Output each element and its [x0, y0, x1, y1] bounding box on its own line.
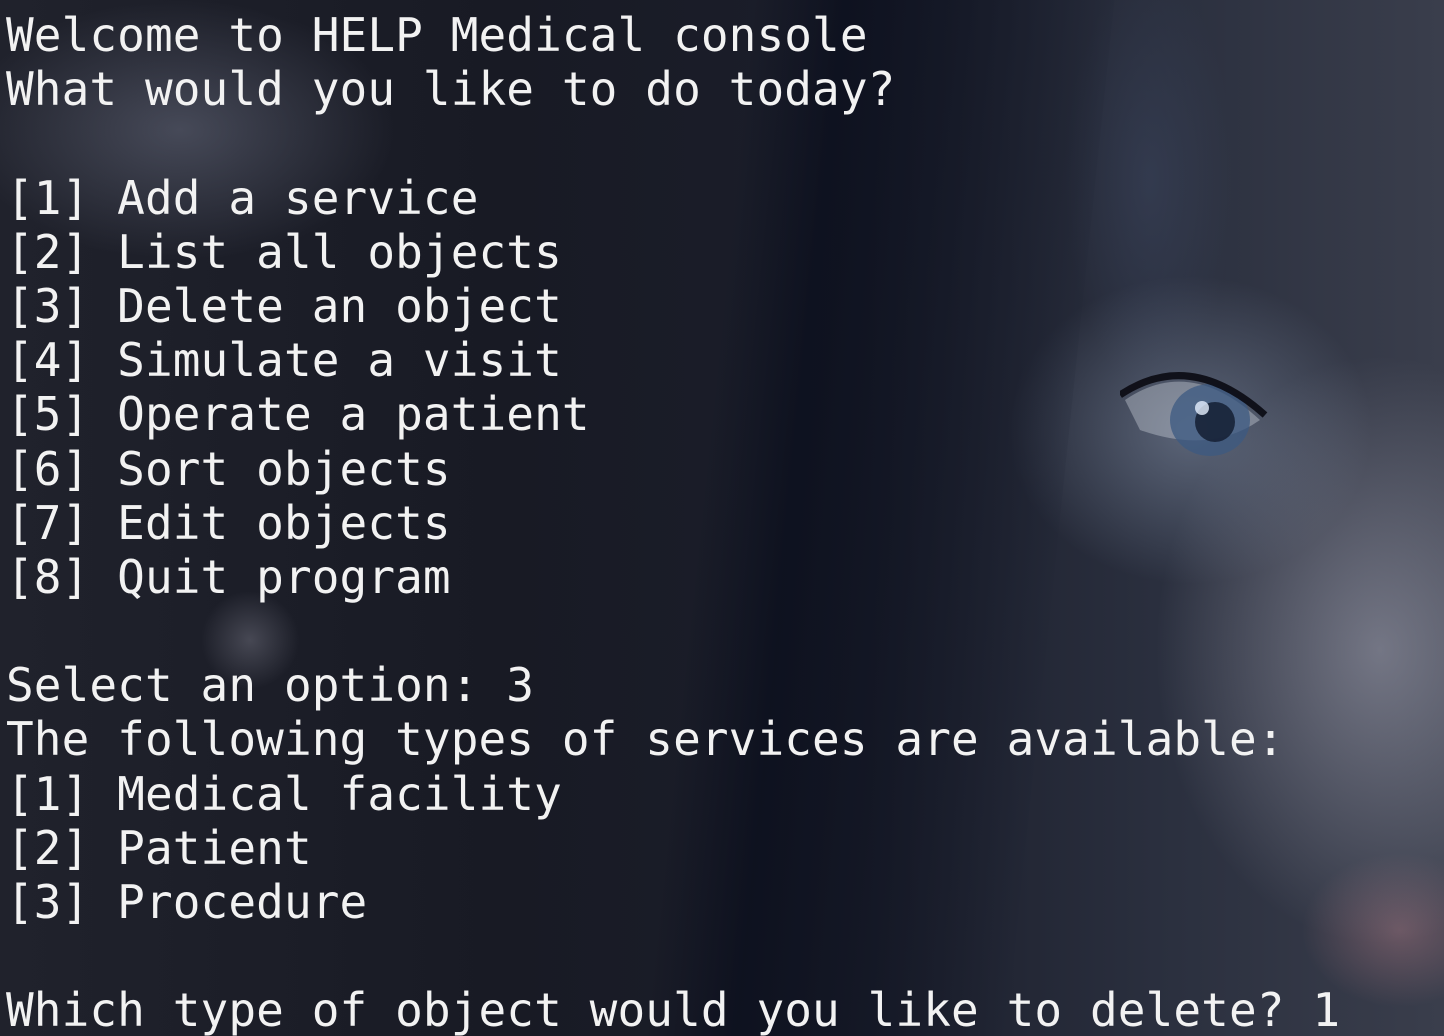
- service-type-medical-facility: [1] Medical facility: [6, 766, 562, 821]
- service-type-procedure: [3] Procedure: [6, 875, 368, 929]
- menu-option-simulate-visit: [4] Simulate a visit: [6, 333, 562, 388]
- prompt-question-line: What would you like to do today?: [6, 62, 896, 117]
- service-type-patient: [2] Patient: [6, 820, 312, 875]
- service-types-heading: The following types of services are avai…: [6, 712, 1285, 767]
- menu-option-edit-objects: [7] Edit objects: [6, 495, 451, 550]
- menu-option-sort-objects: [6] Sort objects: [6, 441, 451, 496]
- terminal-window[interactable]: Welcome to HELP Medical console What woul…: [0, 0, 1444, 1036]
- select-option-input-line: Select an option: 3: [6, 658, 535, 713]
- console-output: Welcome to HELP Medical console What woul…: [6, 8, 1340, 1036]
- menu-option-add-service: [1] Add a service: [6, 170, 479, 225]
- menu-option-delete-object: [3] Delete an object: [6, 278, 562, 333]
- menu-option-list-objects: [2] List all objects: [6, 224, 562, 279]
- menu-option-operate-patient: [5] Operate a patient: [6, 387, 590, 442]
- menu-option-quit-program: [8] Quit program: [6, 549, 451, 604]
- welcome-line: Welcome to HELP Medical console: [6, 8, 868, 62]
- delete-type-prompt-line[interactable]: Which type of object would you like to d…: [6, 983, 1340, 1036]
